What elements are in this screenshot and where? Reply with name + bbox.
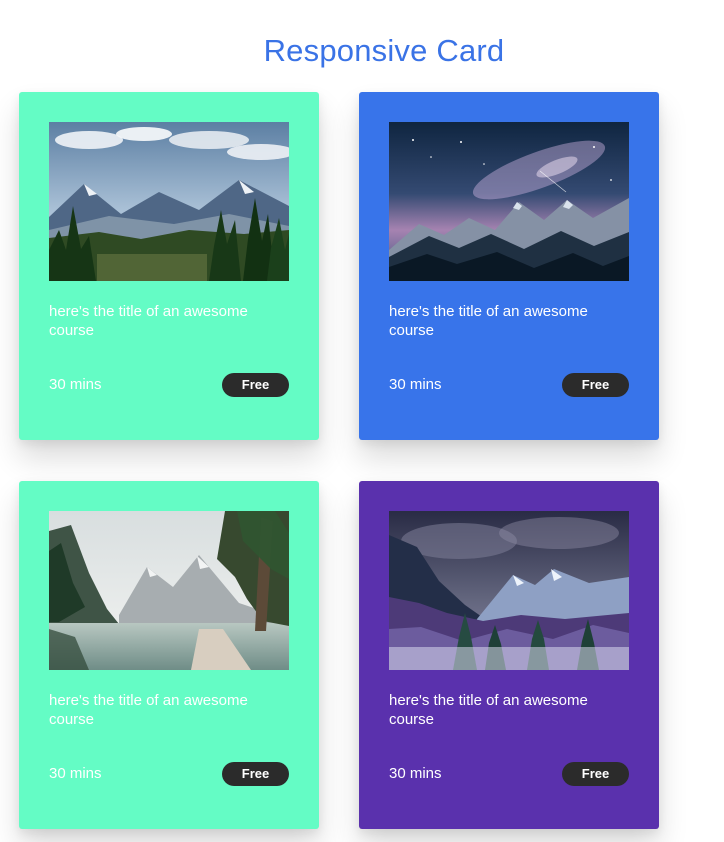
page: Responsive Card here's the title of an a… — [0, 0, 724, 842]
mountain-valley-forest-image — [49, 122, 289, 281]
mountain-lake-image — [49, 511, 289, 670]
price-badge[interactable]: Free — [222, 762, 289, 786]
course-title: here's the title of an awesome course — [389, 303, 588, 339]
course-card[interactable]: here's the title of an awesome course 30… — [19, 481, 319, 829]
course-title: here's the title of an awesome course — [389, 692, 588, 728]
course-card[interactable]: here's the title of an awesome course 30… — [359, 481, 659, 829]
course-duration: 30 mins — [389, 765, 442, 782]
course-card[interactable]: here's the title of an awesome course 30… — [19, 92, 319, 440]
price-badge[interactable]: Free — [562, 373, 629, 397]
course-duration: 30 mins — [49, 765, 102, 782]
course-duration: 30 mins — [389, 376, 442, 393]
price-badge[interactable]: Free — [222, 373, 289, 397]
course-title: here's the title of an awesome course — [49, 303, 248, 339]
course-duration: 30 mins — [49, 376, 102, 393]
page-title: Responsive Card — [263, 32, 505, 68]
course-card[interactable]: here's the title of an awesome course 30… — [359, 92, 659, 440]
course-title: here's the title of an awesome course — [49, 692, 248, 728]
snowy-valley-image — [389, 511, 629, 670]
price-badge[interactable]: Free — [562, 762, 629, 786]
milky-way-mountain-image — [389, 122, 629, 281]
